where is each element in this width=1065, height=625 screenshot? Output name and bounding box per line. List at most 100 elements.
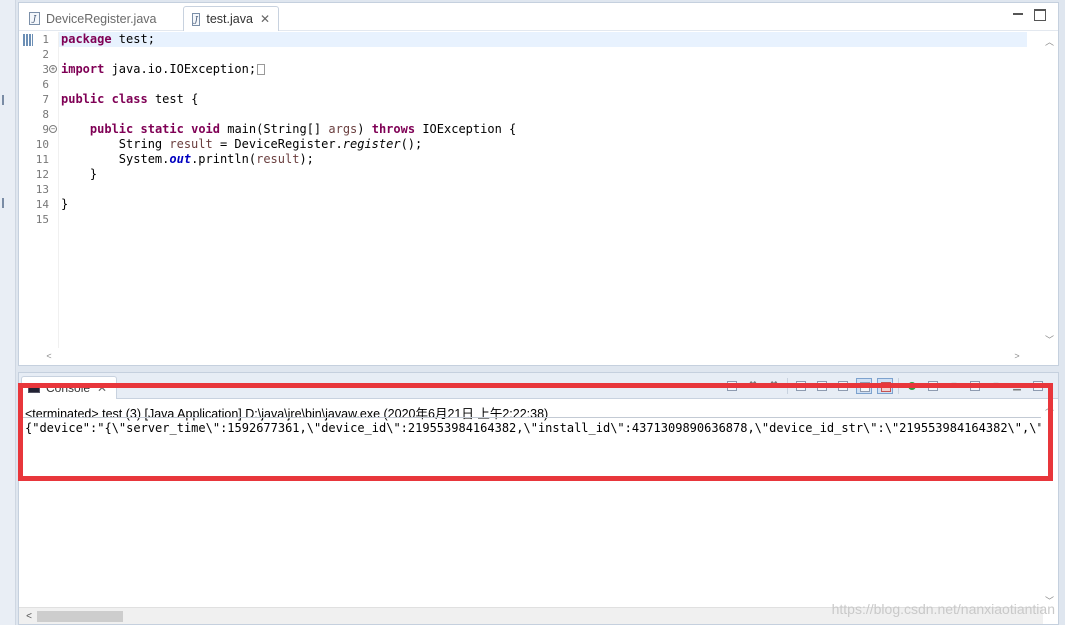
tab-device-register[interactable]: J DeviceRegister.java [21, 6, 179, 31]
code-token: ) [357, 122, 372, 136]
code-line[interactable]: public class test { [61, 92, 516, 107]
code-token: public [61, 92, 105, 106]
code-editor[interactable]: 1 2 3 +6 7 8 9−10 11 12 13 14 15 package test; impo… [19, 32, 1027, 350]
terminate-icon[interactable] [724, 378, 740, 394]
code-token: } [61, 167, 98, 181]
code-line[interactable]: import java.io.IOException; [61, 62, 516, 77]
code-token: ); [299, 152, 314, 166]
scroll-left-icon[interactable]: < [41, 348, 57, 365]
line-number: 10 [35, 138, 49, 151]
code-line[interactable]: String result = DeviceRegister.register(… [61, 137, 516, 152]
java-file-icon: J [192, 12, 201, 26]
scroll-down-icon[interactable]: ﹀ [1041, 332, 1058, 348]
code-line[interactable] [61, 47, 516, 62]
console-output[interactable]: {"device":"{\"server_time\":1592677361,\… [25, 421, 1045, 436]
console-divider [19, 417, 1045, 418]
line-number: 3 [42, 63, 49, 76]
scroll-left-icon[interactable]: < [21, 608, 37, 625]
code-token: out [169, 152, 192, 166]
minimize-icon[interactable] [1012, 9, 1024, 21]
scroll-up-icon[interactable]: ︿ [1041, 399, 1058, 415]
console-vertical-scrollbar[interactable]: ︿ ﹀ [1041, 399, 1058, 609]
code-line[interactable] [61, 212, 516, 227]
java-file-icon: J [29, 12, 40, 25]
display-console-icon[interactable] [925, 378, 941, 394]
remove-launch-icon[interactable]: ✖ [745, 378, 761, 394]
scroll-lock-icon[interactable] [814, 378, 830, 394]
code-token: main(String[] [220, 122, 329, 136]
code-token: IOException { [415, 122, 517, 136]
tab-label: DeviceRegister.java [46, 11, 157, 26]
editor-window-controls [1012, 9, 1046, 21]
line-number: 6 [42, 78, 49, 91]
code-token: System. [61, 152, 170, 166]
code-token: } [61, 197, 69, 211]
editor-vertical-scrollbar[interactable]: ︿ ﹀ [1041, 32, 1058, 350]
remove-all-launches-icon[interactable]: ✖ [766, 378, 782, 394]
code-line[interactable] [61, 107, 516, 122]
side-marker [2, 95, 4, 105]
console-process-header: <terminated> test (3) [Java Application]… [25, 407, 549, 421]
pin-console-icon[interactable] [904, 378, 920, 394]
code-line[interactable]: package test; [61, 32, 516, 47]
code-line[interactable]: } [61, 197, 516, 212]
code-token: test { [147, 92, 199, 106]
editor-tab-bar: J DeviceRegister.java J test.java ✕ [19, 3, 1058, 31]
code-token: java.io.IOException; [104, 62, 257, 76]
code-token: import [61, 62, 105, 76]
code-line[interactable]: System.out.println(result); [61, 152, 516, 167]
scroll-right-icon[interactable]: > [1009, 348, 1025, 365]
expand-fold-icon[interactable]: + [49, 65, 57, 73]
line-number: 8 [42, 108, 49, 121]
code-text[interactable]: package test; import java.io.IOException… [61, 32, 516, 227]
eclipse-window: J DeviceRegister.java J test.java ✕ 1 2 3 +… [0, 0, 1065, 625]
line-number: 9 [42, 123, 49, 136]
code-token: = DeviceRegister. [212, 137, 343, 151]
console-toolbar: ✖ ✖ ▾ ▾ ▁ [724, 378, 1046, 394]
code-line[interactable] [61, 77, 516, 92]
chevron-down-icon[interactable]: ▾ [946, 378, 962, 394]
left-side-strip [0, 0, 16, 625]
tab-test-java[interactable]: J test.java ✕ [183, 6, 279, 31]
code-line[interactable]: public static void main(String[] args) t… [61, 122, 516, 137]
minimize-icon[interactable]: ▁ [1009, 378, 1025, 394]
console-icon [28, 383, 40, 393]
code-token: args [328, 122, 358, 136]
tab-console[interactable]: Console ✕ [21, 376, 117, 399]
code-token: static [140, 122, 184, 136]
line-number: 13 [35, 183, 49, 196]
folded-imports-icon[interactable] [257, 64, 266, 75]
word-wrap-icon[interactable] [835, 378, 851, 394]
editor-horizontal-scrollbar[interactable]: < > [19, 348, 1027, 365]
code-token: result [169, 137, 213, 151]
line-number: 14 [35, 198, 49, 211]
show-on-stdout-icon[interactable] [856, 378, 872, 394]
close-icon[interactable]: ✕ [260, 12, 270, 26]
clear-console-icon[interactable] [793, 378, 809, 394]
chevron-down-icon[interactable]: ▾ [988, 378, 1004, 394]
console-tab-label: Console [46, 381, 91, 395]
side-marker [2, 198, 4, 208]
scroll-thumb[interactable] [37, 611, 123, 622]
code-token: register [342, 137, 401, 151]
open-console-icon[interactable] [967, 378, 983, 394]
code-token: .println( [191, 152, 257, 166]
code-line[interactable] [61, 182, 516, 197]
close-icon[interactable]: ✕ [97, 381, 107, 395]
scroll-up-icon[interactable]: ︿ [1041, 34, 1058, 50]
code-token: class [111, 92, 148, 106]
toolbar-separator [898, 378, 899, 394]
collapse-fold-icon[interactable]: − [49, 125, 57, 133]
code-token: String [61, 137, 170, 151]
editor-panel: J DeviceRegister.java J test.java ✕ 1 2 3 +… [18, 2, 1059, 366]
show-on-stderr-icon[interactable] [877, 378, 893, 394]
line-number: 1 [42, 33, 49, 46]
code-line[interactable]: } [61, 167, 516, 182]
maximize-icon[interactable] [1030, 378, 1046, 394]
code-token: test; [111, 32, 155, 46]
maximize-icon[interactable] [1034, 9, 1046, 21]
